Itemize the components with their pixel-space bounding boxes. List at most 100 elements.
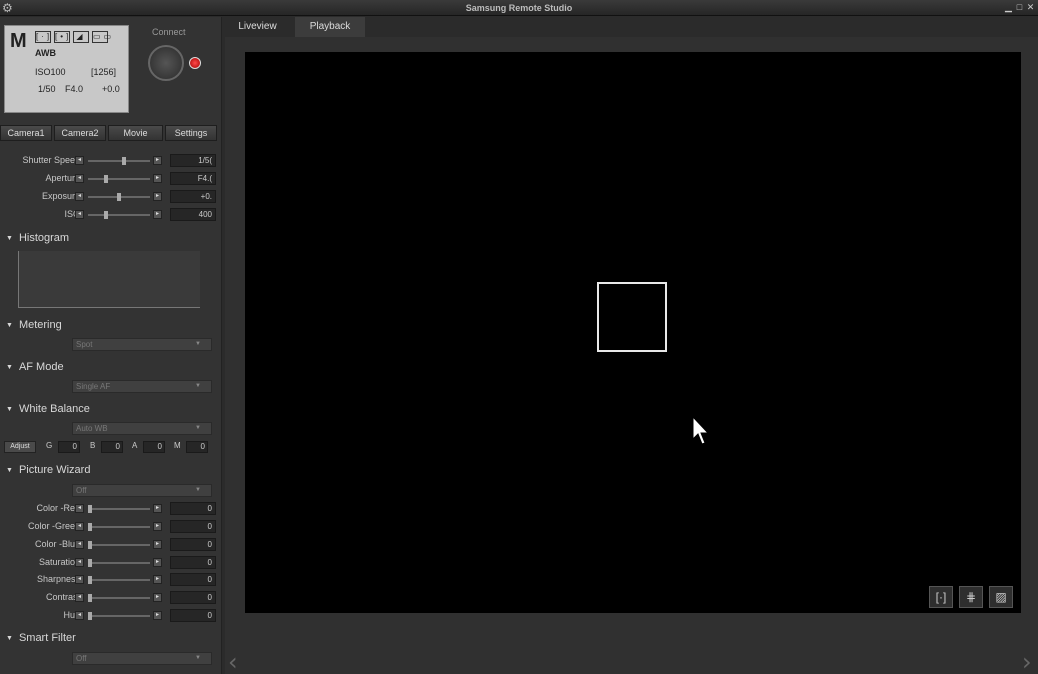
increase-button[interactable]: ▸: [153, 174, 162, 183]
wb-m-value[interactable]: 0: [186, 441, 208, 453]
close-button[interactable]: ✕: [1026, 3, 1035, 12]
decrease-button[interactable]: ◂: [75, 192, 84, 201]
aperture-value[interactable]: F4.(: [170, 172, 216, 185]
wb-g-value[interactable]: 0: [58, 441, 80, 453]
exposure-slider[interactable]: [88, 193, 150, 201]
wb-a-label: A: [132, 441, 138, 450]
wb-b-value[interactable]: 0: [101, 441, 123, 453]
hue-slider[interactable]: [88, 612, 150, 620]
increase-button[interactable]: ▸: [153, 540, 162, 549]
metering-select[interactable]: Spot ▼: [72, 338, 212, 351]
color-blue-value[interactable]: 0: [170, 538, 216, 551]
histogram-header[interactable]: ▼ Histogram: [6, 232, 69, 244]
metering-icon: [•]: [54, 31, 72, 43]
iso-readout: ISO100: [35, 67, 66, 77]
connect-button[interactable]: [148, 45, 184, 81]
chevron-down-icon: ▼: [195, 341, 201, 347]
tab-playback[interactable]: Playback: [295, 17, 365, 37]
af-mode-selected: Single AF: [76, 382, 111, 391]
decrease-button[interactable]: ◂: [75, 504, 84, 513]
increase-button[interactable]: ▸: [153, 504, 162, 513]
decrease-button[interactable]: ◂: [75, 156, 84, 165]
white-balance-header[interactable]: ▼ White Balance: [6, 403, 90, 415]
saturation-value[interactable]: 0: [170, 556, 216, 569]
chevron-down-icon: ▼: [195, 487, 201, 493]
saturation-slider[interactable]: [88, 559, 150, 567]
window-title: Samsung Remote Studio: [465, 3, 573, 13]
color-blue-control: Color -Blue ◂ ▸ 0: [0, 537, 222, 553]
wb-adjust-button[interactable]: Adjust: [4, 441, 36, 453]
camera-tabs: Camera1 Camera2 Movie Settings: [0, 125, 222, 142]
previous-arrow-icon[interactable]: ‹: [228, 648, 238, 674]
connection-indicator: [189, 57, 201, 69]
decrease-button[interactable]: ◂: [75, 593, 84, 602]
sharpness-value[interactable]: 0: [170, 573, 216, 586]
focus-frame-button[interactable]: [·]: [929, 586, 953, 608]
smart-filter-header[interactable]: ▼ Smart Filter: [6, 632, 76, 644]
iso-slider[interactable]: [88, 211, 150, 219]
decrease-button[interactable]: ◂: [75, 210, 84, 219]
increase-button[interactable]: ▸: [153, 210, 162, 219]
overlay-toggle-button[interactable]: ▨: [989, 586, 1013, 608]
hue-control: Hue ◂ ▸ 0: [0, 608, 222, 624]
aperture-slider[interactable]: [88, 175, 150, 183]
color-green-value[interactable]: 0: [170, 520, 216, 533]
iso-value[interactable]: 400: [170, 208, 216, 221]
shutter-readout: 1/50: [38, 84, 56, 94]
af-point-frame[interactable]: [597, 282, 667, 352]
maximize-button[interactable]: □: [1015, 3, 1024, 12]
increase-button[interactable]: ▸: [153, 192, 162, 201]
shutter-speed-value[interactable]: 1/5(: [170, 154, 216, 167]
tab-camera1[interactable]: Camera1: [0, 125, 52, 141]
af-mode-header[interactable]: ▼ AF Mode: [6, 361, 64, 373]
exposure-control: Exposure ◂ ▸ +0.: [0, 189, 222, 205]
color-red-value[interactable]: 0: [170, 502, 216, 515]
metering-header[interactable]: ▼ Metering: [6, 319, 62, 331]
sharpness-slider[interactable]: [88, 576, 150, 584]
tab-settings[interactable]: Settings: [165, 125, 217, 141]
decrease-button[interactable]: ◂: [75, 575, 84, 584]
contrast-value[interactable]: 0: [170, 591, 216, 604]
picture-wizard-select[interactable]: Off ▼: [72, 484, 212, 497]
shutter-speed-slider[interactable]: [88, 157, 150, 165]
contrast-slider[interactable]: [88, 594, 150, 602]
decrease-button[interactable]: ◂: [75, 611, 84, 620]
picture-wizard-header[interactable]: ▼ Picture Wizard: [6, 464, 90, 476]
smart-filter-select[interactable]: Off ▼: [72, 652, 212, 665]
increase-button[interactable]: ▸: [153, 611, 162, 620]
grid-toggle-button[interactable]: ⋕: [959, 586, 983, 608]
histogram-title: Histogram: [18, 232, 70, 244]
increase-button[interactable]: ▸: [153, 156, 162, 165]
camera-status-display: M [·] [•] ◢ ▭▭ AWB ISO100 [1256] 1/50 F4.0 …: [4, 25, 129, 113]
increase-button[interactable]: ▸: [153, 558, 162, 567]
tab-movie[interactable]: Movie: [108, 125, 163, 141]
tab-liveview[interactable]: Liveview: [225, 17, 290, 37]
increase-button[interactable]: ▸: [153, 522, 162, 531]
wb-g-label: G: [46, 441, 53, 450]
decrease-button[interactable]: ◂: [75, 540, 84, 549]
wb-a-value[interactable]: 0: [143, 441, 165, 453]
hue-value[interactable]: 0: [170, 609, 216, 622]
shots-remaining: [1256]: [91, 67, 117, 77]
aperture-control: Aperture ◂ ▸ F4.(: [0, 171, 222, 187]
white-balance-select[interactable]: Auto WB ▼: [72, 422, 212, 435]
picture-wizard-selected: Off: [76, 486, 87, 495]
exposure-value[interactable]: +0.: [170, 190, 216, 203]
histogram-display: [18, 251, 200, 308]
tab-camera2[interactable]: Camera2: [54, 125, 106, 141]
minimize-button[interactable]: ▁: [1004, 3, 1013, 12]
increase-button[interactable]: ▸: [153, 575, 162, 584]
collapse-triangle-icon: ▼: [6, 406, 13, 413]
color-blue-slider[interactable]: [88, 541, 150, 549]
decrease-button[interactable]: ◂: [75, 558, 84, 567]
sharpness-label: Sharpness: [36, 574, 80, 584]
white-balance-title: White Balance: [18, 403, 90, 415]
color-blue-label: Color -Blue: [34, 539, 80, 549]
next-arrow-icon[interactable]: ›: [1022, 648, 1032, 674]
af-mode-select[interactable]: Single AF ▼: [72, 380, 212, 393]
decrease-button[interactable]: ◂: [75, 174, 84, 183]
color-red-slider[interactable]: [88, 505, 150, 513]
color-green-slider[interactable]: [88, 523, 150, 531]
decrease-button[interactable]: ◂: [75, 522, 84, 531]
increase-button[interactable]: ▸: [153, 593, 162, 602]
